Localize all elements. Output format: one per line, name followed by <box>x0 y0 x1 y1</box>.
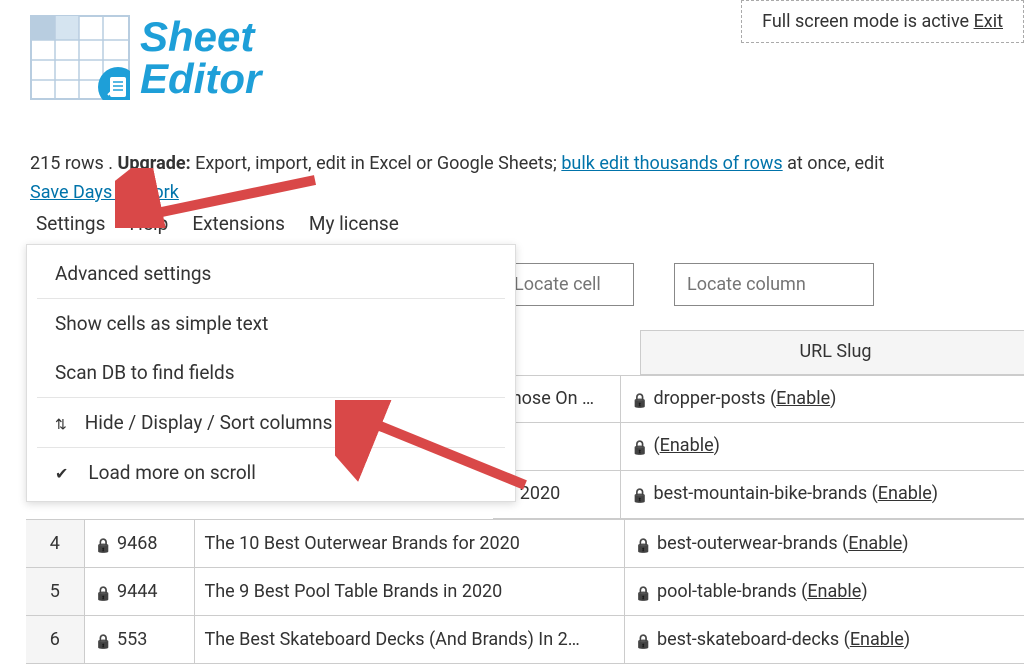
row-count: 215 rows <box>30 153 104 174</box>
menu-advanced-settings[interactable]: Advanced settings <box>27 249 515 298</box>
lock-icon <box>95 582 109 596</box>
menu-label: Show cells as simple text <box>55 312 268 335</box>
enable-link[interactable]: Enable <box>878 483 932 504</box>
logo-spreadsheet-icon <box>30 15 130 100</box>
fullscreen-notice: Full screen mode is active Exit <box>741 0 1024 43</box>
upgrade-tail1: Export, import, edit in Excel or Google … <box>195 153 557 174</box>
sort-icon <box>55 411 73 434</box>
cell-slug[interactable]: best-outerwear-brands Enable <box>624 520 1024 568</box>
lock-icon <box>631 436 645 450</box>
enable-link[interactable]: Enable <box>807 581 861 602</box>
table-row: 5 9444 The 9 Best Pool Table Brands in 2… <box>26 568 1024 616</box>
tab-extensions[interactable]: Extensions <box>192 212 285 235</box>
cell-slug[interactable]: Enable <box>621 423 1024 471</box>
dot: . <box>108 153 113 174</box>
fullscreen-text: Full screen mode is active <box>762 11 969 32</box>
cell-id[interactable]: 9444 <box>84 568 194 616</box>
lock-icon <box>631 484 645 498</box>
table-row: 4 9468 The 10 Best Outerwear Brands for … <box>26 520 1024 568</box>
cell-id[interactable]: 553 <box>84 616 194 664</box>
cell-slug[interactable]: best-skateboard-decks Enable <box>624 616 1024 664</box>
cell-slug[interactable]: pool-table-brands Enable <box>624 568 1024 616</box>
row-number[interactable]: 5 <box>26 568 84 616</box>
settings-dropdown: Advanced settings Show cells as simple t… <box>26 244 516 502</box>
logo-line2: Editor <box>140 58 261 100</box>
locate-cell-input[interactable] <box>514 263 634 306</box>
menu-scan-db[interactable]: Scan DB to find fields <box>27 348 515 397</box>
menu-load-more[interactable]: Load more on scroll <box>27 448 515 497</box>
logo-text: Sheet Editor <box>140 16 261 100</box>
lock-icon <box>635 534 649 548</box>
menu-label: Advanced settings <box>55 262 211 285</box>
table-row: Enable <box>493 423 1024 471</box>
column-header-slug[interactable]: URL Slug <box>640 330 1024 375</box>
table-row: Those On … dropper-posts Enable <box>493 375 1024 423</box>
cell-slug[interactable]: dropper-posts Enable <box>621 375 1024 423</box>
locate-column-input[interactable] <box>674 263 874 306</box>
menu-label: Scan DB to find fields <box>55 361 235 384</box>
lock-icon <box>631 389 645 403</box>
logo-line1: Sheet <box>140 16 261 58</box>
enable-link[interactable]: Enable <box>776 388 830 409</box>
cell-id[interactable]: 9468 <box>84 520 194 568</box>
top-tabs: Settings Help Extensions My license <box>36 212 399 235</box>
cell-title[interactable]: The Best Skateboard Decks (And Brands) I… <box>194 616 624 664</box>
tab-help[interactable]: Help <box>129 212 168 235</box>
bulk-edit-link[interactable]: bulk edit thousands of rows <box>561 153 782 174</box>
column-header-label: URL Slug <box>799 341 871 362</box>
lock-icon <box>95 534 109 548</box>
upgrade-banner: 215 rows . Upgrade: Export, import, edit… <box>30 150 1024 208</box>
exit-fullscreen-link[interactable]: Exit <box>974 11 1003 32</box>
tab-settings[interactable]: Settings <box>36 212 105 235</box>
table-row: 6 553 The Best Skateboard Decks (And Bra… <box>26 616 1024 664</box>
cell-title[interactable]: The 9 Best Pool Table Brands in 2020 <box>194 568 624 616</box>
menu-sort-columns[interactable]: Hide / Display / Sort columns <box>27 398 515 447</box>
upgrade-tail2: at once, edit <box>787 153 884 174</box>
upgrade-label: Upgrade: <box>118 153 191 174</box>
table-row: in 2020 best-mountain-bike-brands Enable <box>493 471 1024 519</box>
menu-label: Load more on scroll <box>88 461 256 484</box>
enable-link[interactable]: Enable <box>850 629 904 650</box>
cell-slug[interactable]: best-mountain-bike-brands Enable <box>621 471 1024 519</box>
lock-icon <box>635 630 649 644</box>
check-icon <box>55 461 76 484</box>
cell-title[interactable]: The 10 Best Outerwear Brands for 2020 <box>194 520 624 568</box>
row-number[interactable]: 6 <box>26 616 84 664</box>
enable-link[interactable]: Enable <box>848 533 902 554</box>
save-days-link[interactable]: Save Days of Work <box>30 182 179 203</box>
menu-simple-text[interactable]: Show cells as simple text <box>27 299 515 348</box>
lock-icon <box>95 630 109 644</box>
enable-link[interactable]: Enable <box>660 435 714 456</box>
tab-license[interactable]: My license <box>309 212 399 235</box>
app-logo: Sheet Editor <box>30 15 261 100</box>
lock-icon <box>635 582 649 596</box>
table-body: 4 9468 The 10 Best Outerwear Brands for … <box>26 519 1024 664</box>
row-number[interactable]: 4 <box>26 520 84 568</box>
menu-label: Hide / Display / Sort columns <box>85 411 333 434</box>
locate-inputs <box>514 263 874 306</box>
